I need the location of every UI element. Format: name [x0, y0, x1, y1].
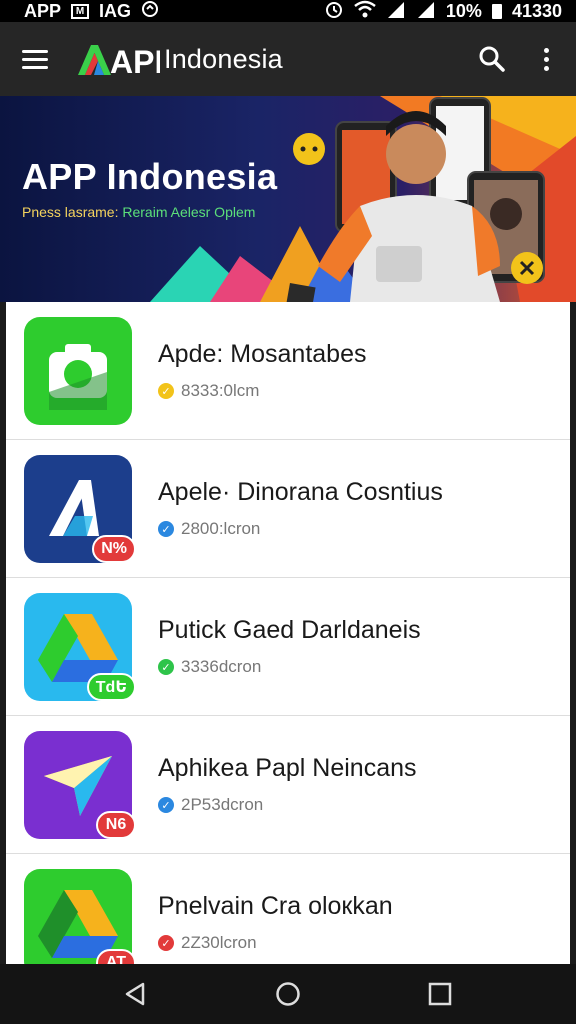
list-item[interactable]: N6 Aphikea Papl Neincans ✓ 2P53dcron: [6, 716, 570, 854]
app-badge: N6: [96, 810, 136, 839]
app-meta: 2800:lcron: [181, 519, 261, 538]
app-list: Apde: Mosantabes ✓ 8333:0lcm N% Apele· D…: [6, 302, 570, 964]
signal-icon: [386, 0, 406, 23]
app-badge: N%: [92, 534, 136, 563]
app-meta: 8333:0lcm: [181, 381, 260, 400]
banner-subtitle-part2: Reraim Aelesr Oplem: [122, 204, 256, 220]
status-app-label: APP: [24, 0, 62, 21]
app-meta: 3336dcron: [181, 657, 262, 676]
app-name: Aphikea Papl Neincans: [158, 754, 417, 782]
more-options-button[interactable]: [534, 39, 558, 79]
verified-check-icon: ✓: [158, 935, 174, 951]
banner-subtitle: Pness lasrame: Reraim Aelesr Oplem: [22, 204, 255, 220]
battery-icon: [491, 3, 502, 19]
banner-artwork: [150, 96, 576, 302]
recents-square-icon: [428, 982, 452, 1006]
search-button[interactable]: [472, 39, 512, 79]
status-time: 41330: [511, 0, 562, 21]
app-badge: AT: [96, 948, 136, 964]
app-name: Pnelvain Cra oloкkan: [158, 892, 393, 920]
alarm-icon: [324, 0, 344, 24]
list-item[interactable]: TdԵ Putick Gaed Darldaneis ✓ 3336dcron: [6, 578, 570, 716]
logo-text: APK: [110, 44, 160, 77]
apk-logo-icon: APK: [78, 44, 160, 77]
verified-check-icon: ✓: [158, 797, 174, 813]
app-bar: APK Indonesia: [0, 22, 576, 96]
home-button[interactable]: [265, 971, 311, 1017]
banner-title: APP Indonesia: [22, 156, 278, 197]
search-icon: [479, 46, 505, 72]
list-item[interactable]: Apde: Mosantabes ✓ 8333:0lcm: [6, 302, 570, 440]
app-icon: N%: [24, 454, 136, 563]
camera-icon: [49, 343, 107, 410]
app-name: Apele· Dinorana Cosntius: [158, 478, 443, 506]
home-circle-icon: [276, 982, 300, 1006]
app-icon: [24, 316, 132, 425]
recents-button[interactable]: [417, 971, 463, 1017]
promo-banner[interactable]: APP Indonesia Pness lasrame: Reraim Aele…: [0, 96, 576, 302]
signal-icon-2: [416, 0, 436, 23]
back-button[interactable]: [113, 971, 159, 1017]
app-meta: 2Z30lcron: [181, 933, 257, 952]
app-icon: N6: [24, 730, 136, 839]
list-item[interactable]: N% Apele· Dinorana Cosntius ✓ 2800:lcron: [6, 440, 570, 578]
app-name: Apde: Mosantabes: [158, 340, 367, 368]
app-icon: AT: [24, 868, 136, 964]
app-badge: TdԵ: [86, 672, 136, 701]
app-meta: 2P53dcron: [181, 795, 264, 814]
verified-check-icon: ✓: [158, 521, 174, 537]
menu-button[interactable]: [22, 43, 54, 75]
notification-icon: M: [71, 3, 90, 19]
list-item[interactable]: AT Pnelvain Cra oloкkan ✓ 2Z30lcron: [6, 854, 570, 964]
verified-check-icon: ✓: [158, 383, 174, 399]
status-right: 10% 41330: [324, 0, 562, 24]
app-icon: TdԵ: [24, 592, 136, 701]
status-left: APP M IAG: [24, 0, 159, 23]
banner-subtitle-part1: Pness lasrame:: [22, 204, 119, 220]
system-nav-bar: [0, 964, 576, 1024]
apk-logo: APK Indonesia: [76, 41, 283, 77]
sync-icon: [141, 0, 159, 23]
verified-check-icon: ✓: [158, 659, 174, 675]
status-bar: APP M IAG 10% 41330: [0, 0, 576, 22]
back-triangle-icon: [125, 982, 145, 1006]
wifi-icon: [354, 0, 376, 23]
status-label-iag: IAG: [99, 0, 132, 21]
app-name: Putick Gaed Darldaneis: [158, 616, 421, 644]
brand-text: Indonesia: [164, 43, 283, 74]
battery-percent: 10%: [445, 0, 482, 21]
